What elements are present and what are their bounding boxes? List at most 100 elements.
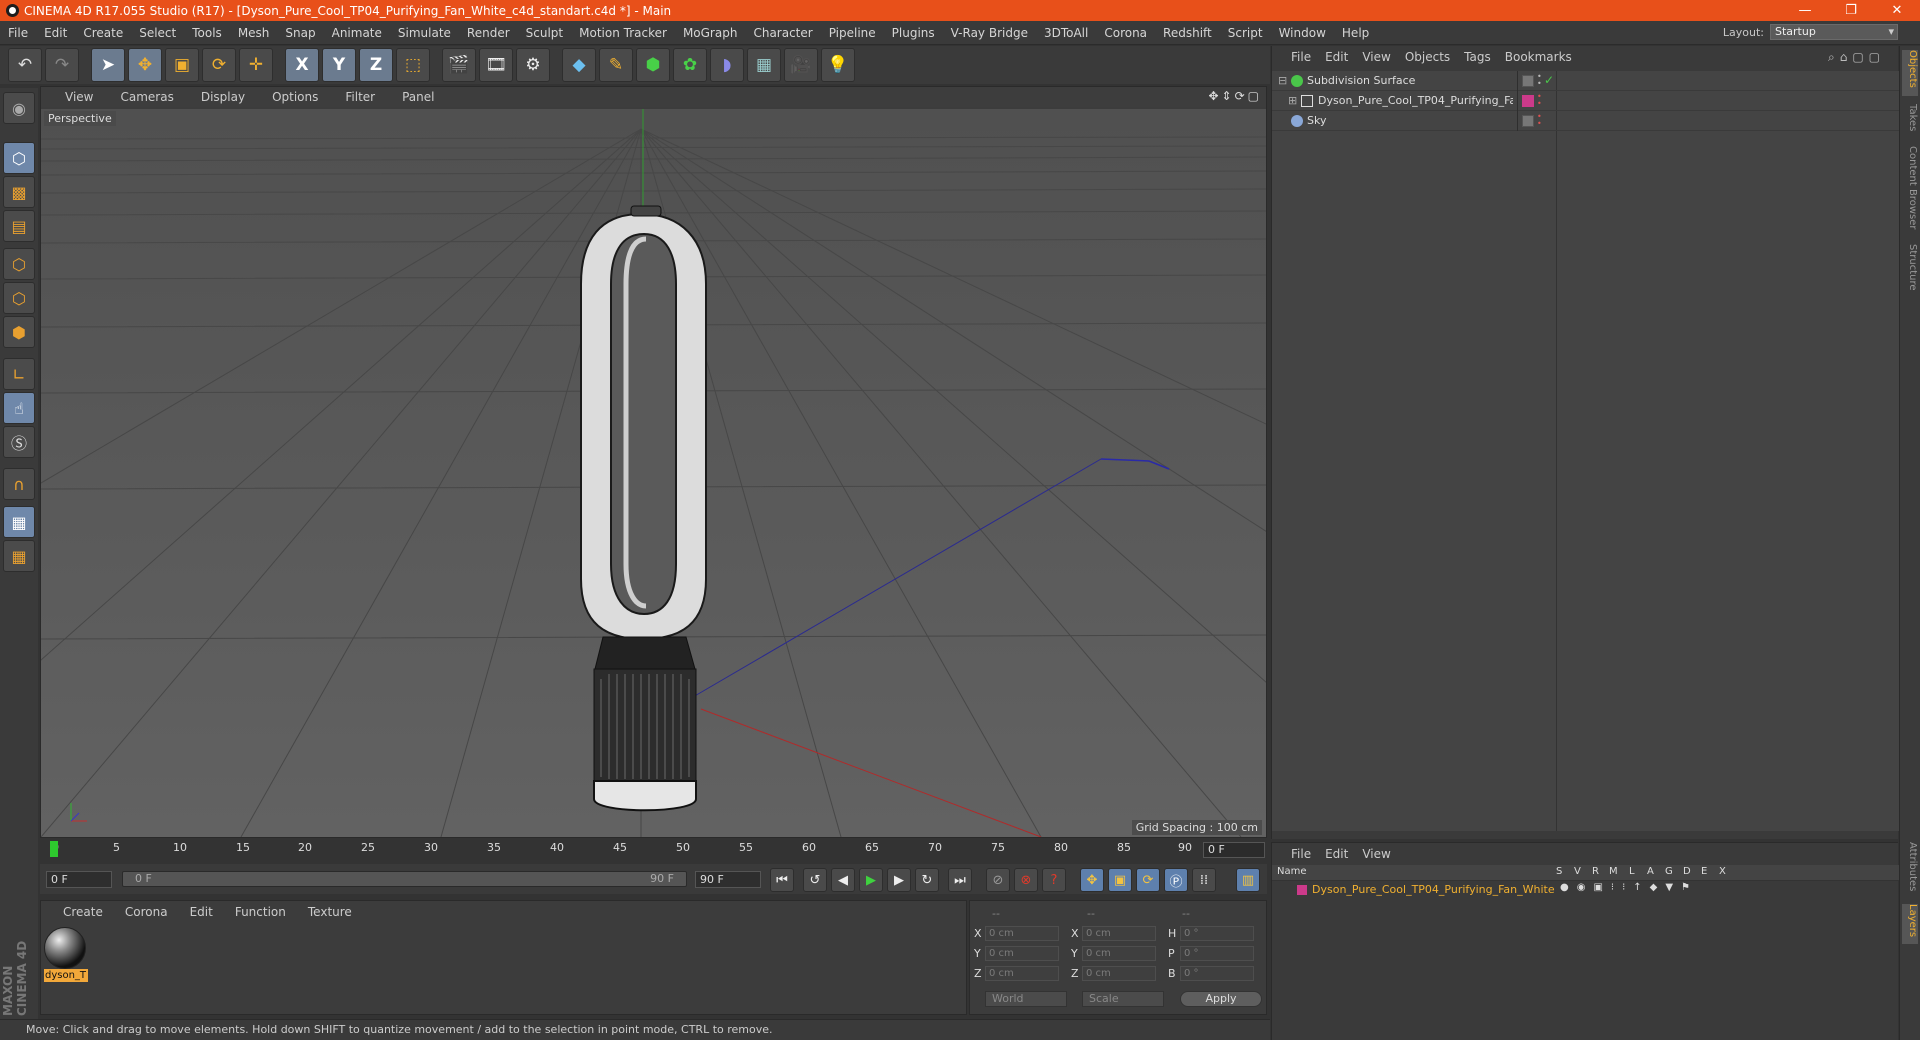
restore-button[interactable]: ❐ <box>1828 0 1874 21</box>
timeline-window-icon[interactable]: ▥ <box>1236 868 1260 892</box>
layer-menu-edit[interactable]: Edit <box>1318 847 1355 861</box>
column-locked[interactable]: L <box>1629 866 1635 877</box>
cube-icon[interactable]: ◆ <box>562 48 596 82</box>
pen-icon[interactable]: ✎ <box>599 48 633 82</box>
viewport-menu-display[interactable]: Display <box>187 90 258 104</box>
menu-simulate[interactable]: Simulate <box>390 26 459 40</box>
layer-color-icon[interactable] <box>1297 885 1307 895</box>
layer-flag-icons[interactable]: ●◉▣⁝⁝↑◆▼⚑ <box>1560 882 1698 893</box>
material-menu-corona[interactable]: Corona <box>113 905 178 919</box>
minimize-button[interactable]: — <box>1782 0 1828 21</box>
menu-corona[interactable]: Corona <box>1096 26 1155 40</box>
object-row-dyson[interactable]: ⊞ Dyson_Pure_Cool_TP04_Purifying_Fan • • <box>1272 91 1899 111</box>
previous-frame-icon[interactable]: ◀ <box>831 868 855 892</box>
go-to-end-icon[interactable]: ⏭ <box>948 868 972 892</box>
menu-window[interactable]: Window <box>1271 26 1334 40</box>
go-to-start-icon[interactable]: ⏮ <box>770 868 794 892</box>
object-row-sky[interactable]: Sky • • <box>1272 111 1899 131</box>
key-position-icon[interactable]: ✥ <box>1080 868 1104 892</box>
column-animation[interactable]: A <box>1647 866 1654 877</box>
menu-file[interactable]: File <box>0 26 36 40</box>
menu-animate[interactable]: Animate <box>324 26 390 40</box>
column-render[interactable]: R <box>1592 866 1599 877</box>
column-generators[interactable]: G <box>1665 866 1673 877</box>
tree-toggle-icon[interactable]: ⊟ <box>1278 74 1287 87</box>
om-menu-view[interactable]: View <box>1355 50 1397 64</box>
undo-icon[interactable]: ↶ <box>8 48 42 82</box>
menu-render[interactable]: Render <box>459 26 518 40</box>
enabled-check-icon[interactable]: ✓ <box>1544 73 1554 87</box>
tab-attributes[interactable]: Attributes <box>1902 842 1918 898</box>
tab-takes[interactable]: Takes <box>1902 104 1918 140</box>
key-pla-icon[interactable]: ⁞⁞ <box>1192 868 1216 892</box>
column-manager[interactable]: M <box>1609 866 1618 877</box>
key-scale-icon[interactable]: ▣ <box>1108 868 1132 892</box>
live-select-icon[interactable]: ✛ <box>239 48 273 82</box>
rotation-h-field[interactable]: 0 ° <box>1180 926 1254 941</box>
coord-system-icon[interactable]: ⬚ <box>396 48 430 82</box>
column-solo[interactable]: S <box>1556 866 1562 877</box>
frame-range-slider[interactable]: 0 F 90 F <box>122 871 687 887</box>
visibility-dots-icon[interactable]: • • <box>1537 113 1542 128</box>
axis-mode-icon[interactable]: ∟ <box>3 358 35 390</box>
menu-redshift[interactable]: Redshift <box>1155 26 1220 40</box>
visibility-dots-icon[interactable]: • • <box>1537 93 1542 108</box>
menu-vray-bridge[interactable]: V-Ray Bridge <box>943 26 1036 40</box>
size-y-field[interactable]: 0 cm <box>1082 946 1156 961</box>
edges-mode-icon[interactable]: ⬡ <box>3 282 35 314</box>
column-deformers[interactable]: D <box>1683 866 1691 877</box>
current-frame-field[interactable]: 0 F <box>1203 842 1265 858</box>
position-y-field[interactable]: 0 cm <box>985 946 1059 961</box>
workplane-lock-icon[interactable]: ▦ <box>3 506 35 538</box>
object-row-subdivision-surface[interactable]: ⊟ Subdivision Surface • • ✓ <box>1272 71 1899 91</box>
menu-plugins[interactable]: Plugins <box>884 26 943 40</box>
menu-sculpt[interactable]: Sculpt <box>518 26 571 40</box>
viewport-menu-filter[interactable]: Filter <box>331 90 388 104</box>
make-editable-icon[interactable]: ◉ <box>3 92 35 124</box>
menu-motion-tracker[interactable]: Motion Tracker <box>571 26 675 40</box>
timeline-playhead[interactable] <box>50 841 58 857</box>
rotation-p-field[interactable]: 0 ° <box>1180 946 1254 961</box>
key-parameter-icon[interactable]: Ⓟ <box>1164 868 1188 892</box>
snap-icon[interactable]: Ⓢ <box>3 426 35 458</box>
magnet-icon[interactable]: ∩ <box>3 468 35 500</box>
viewport-menu-cameras[interactable]: Cameras <box>106 90 186 104</box>
next-key-icon[interactable]: ↻ <box>915 868 939 892</box>
layer-tag-icon[interactable] <box>1522 115 1534 127</box>
deformer-icon[interactable]: ◗ <box>710 48 744 82</box>
viewport-camera-label[interactable]: Perspective <box>44 111 116 126</box>
rotate-icon[interactable]: ⟳ <box>202 48 236 82</box>
start-frame-field[interactable]: 0 F <box>46 871 112 888</box>
material-menu-create[interactable]: Create <box>51 905 113 919</box>
tweak-mode-icon[interactable]: ☝ <box>3 392 35 424</box>
tab-layers[interactable]: Layers <box>1902 904 1918 944</box>
menu-help[interactable]: Help <box>1334 26 1377 40</box>
material-menu-texture[interactable]: Texture <box>296 905 362 919</box>
om-search-home-icons[interactable]: ⌕⌂▢▢ <box>1821 50 1892 65</box>
material-swatch[interactable]: dyson_T <box>44 927 88 985</box>
y-axis-icon[interactable]: Y <box>322 48 356 82</box>
menu-pipeline[interactable]: Pipeline <box>821 26 884 40</box>
om-menu-edit[interactable]: Edit <box>1318 50 1355 64</box>
menu-mesh[interactable]: Mesh <box>230 26 278 40</box>
light-icon[interactable]: 💡 <box>821 48 855 82</box>
viewport-nav-icons[interactable]: ✥⇕⟳▢ <box>1208 89 1262 103</box>
previous-key-icon[interactable]: ↺ <box>803 868 827 892</box>
menu-mograph[interactable]: MoGraph <box>675 26 746 40</box>
workplane-icon[interactable]: ▤ <box>3 210 35 242</box>
om-menu-objects[interactable]: Objects <box>1398 50 1457 64</box>
polygons-mode-icon[interactable]: ⬢ <box>3 316 35 348</box>
render-picture-viewer-icon[interactable]: 🎞 <box>479 48 513 82</box>
z-axis-icon[interactable]: Z <box>359 48 393 82</box>
subdivision-icon[interactable]: ⬢ <box>636 48 670 82</box>
tab-structure[interactable]: Structure <box>1902 244 1918 294</box>
column-expressions[interactable]: E <box>1701 866 1707 877</box>
layer-tag-icon[interactable] <box>1522 75 1534 87</box>
size-mode-select[interactable]: Scale <box>1082 991 1164 1007</box>
layer-row[interactable]: Dyson_Pure_Cool_TP04_Purifying_Fan_White… <box>1272 882 1899 898</box>
dyson-fan-model[interactable] <box>580 205 707 812</box>
size-z-field[interactable]: 0 cm <box>1082 966 1156 981</box>
play-icon[interactable]: ▶ <box>859 868 883 892</box>
material-menu-edit[interactable]: Edit <box>178 905 223 919</box>
cloner-icon[interactable]: ✿ <box>673 48 707 82</box>
